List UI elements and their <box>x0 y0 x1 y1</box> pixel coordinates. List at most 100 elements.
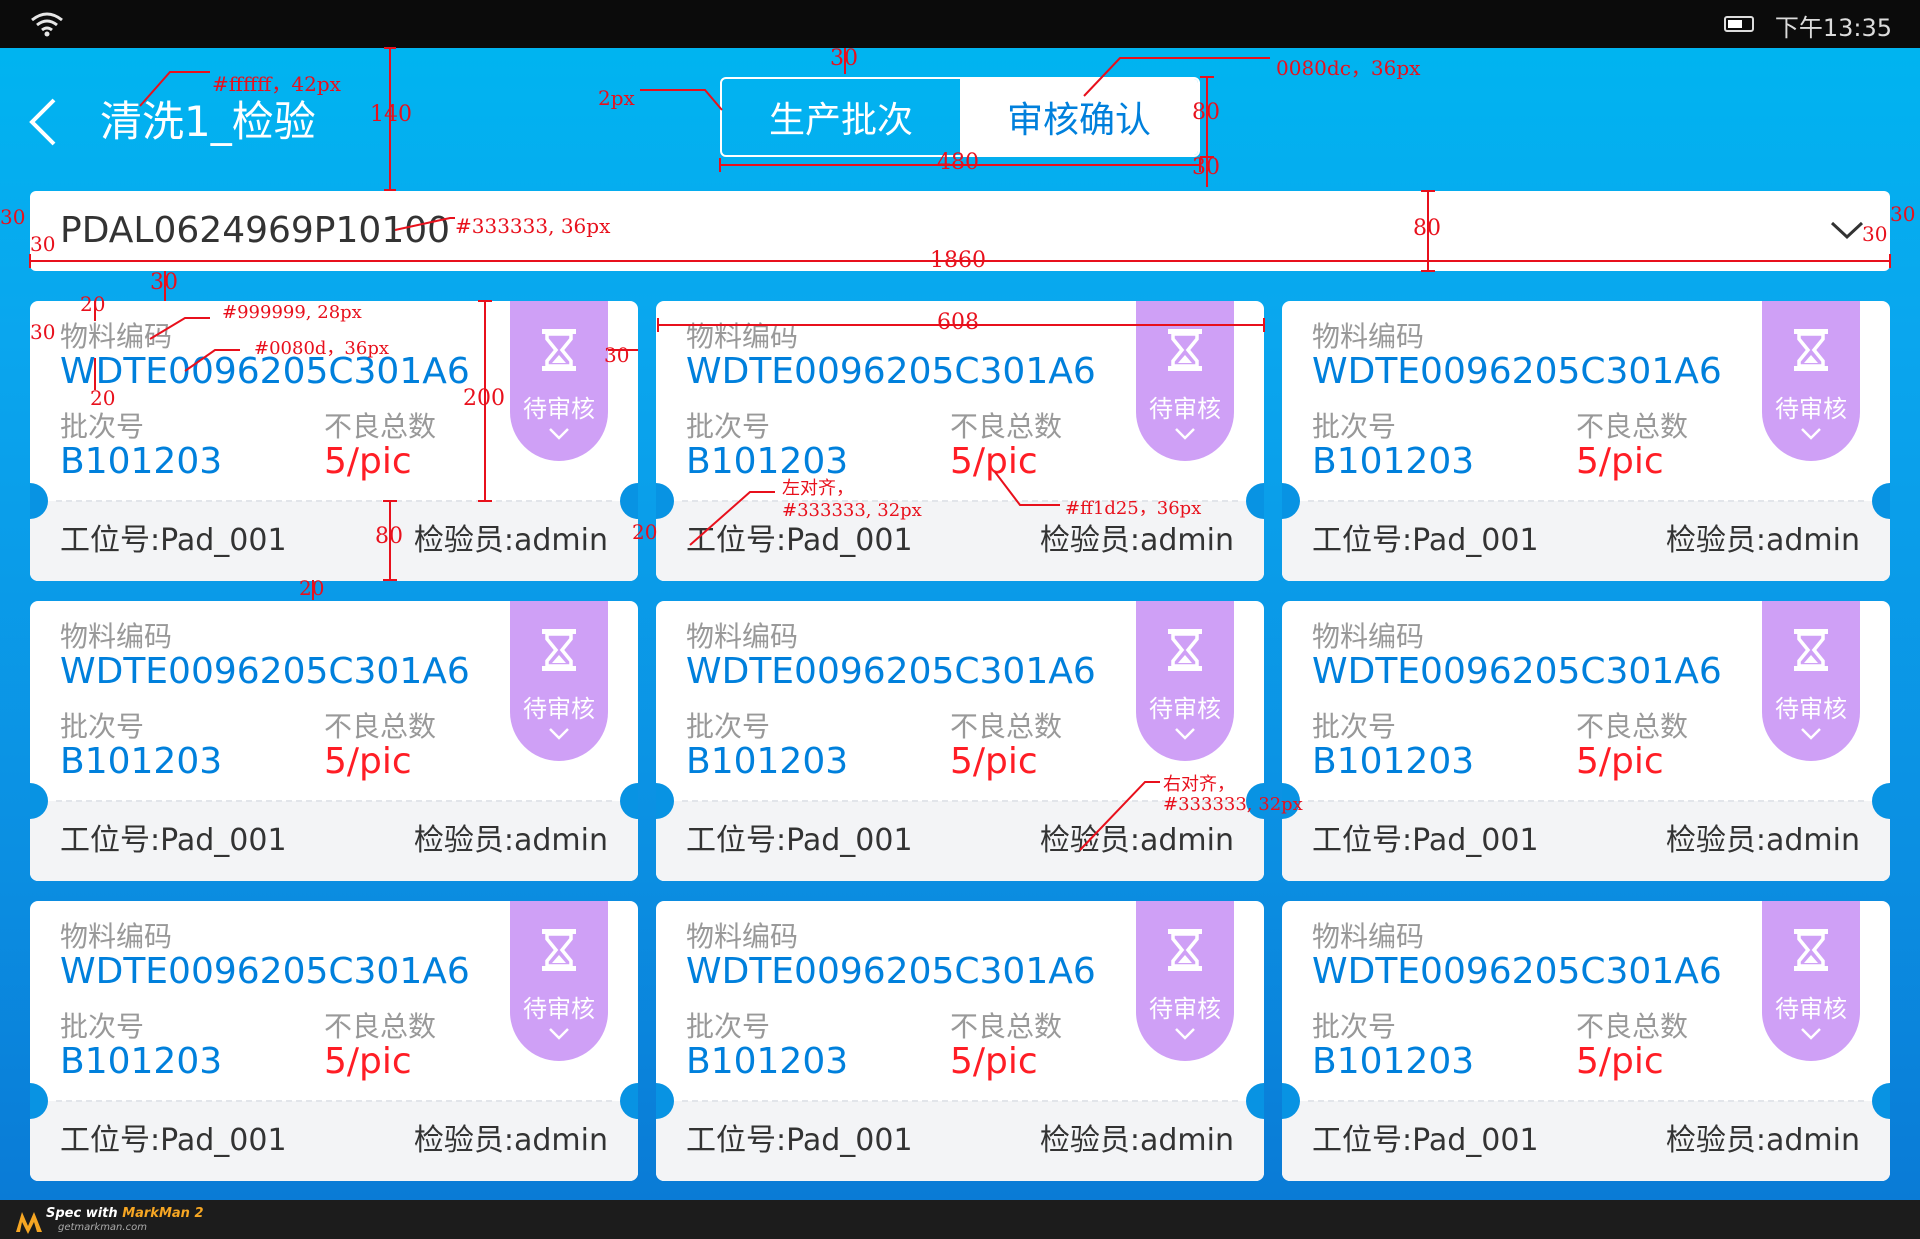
batch-select-value: PDAL0624969P10100 <box>60 210 451 251</box>
inspection-card[interactable]: 物料编码 WDTE0096205C301A6 批次号 B101203 不良总数 5/pic… <box>30 601 638 881</box>
batch-value: B101203 <box>1312 741 1475 782</box>
station-text: 工位号:Pad_001 <box>60 1123 287 1158</box>
chevron-down-icon <box>1175 428 1195 440</box>
tab-review-confirm[interactable]: 审核确认 <box>960 79 1198 155</box>
inspection-card[interactable]: 物料编码 WDTE0096205C301A6 批次号 B101203 不良总数 5/pic… <box>1282 601 1890 881</box>
hourglass-icon <box>1168 629 1202 671</box>
pending-review-badge[interactable]: 待审核 <box>510 301 608 461</box>
segmented-control: 生产批次 审核确认 <box>720 77 1200 157</box>
material-code-label: 物料编码 <box>1312 320 1425 353</box>
defect-total-label: 不良总数 <box>1576 410 1689 443</box>
markman-footer: Spec with MarkMan 2 getmarkman.com <box>0 1200 1920 1239</box>
wifi-icon <box>31 12 63 37</box>
chevron-down-icon <box>1801 728 1821 740</box>
defect-total-label: 不良总数 <box>950 1010 1063 1043</box>
batch-label: 批次号 <box>1312 410 1397 443</box>
defect-total-value: 5/pic <box>324 1041 412 1082</box>
pending-review-badge[interactable]: 待审核 <box>510 601 608 761</box>
batch-value: B101203 <box>60 741 223 782</box>
material-code-value: WDTE0096205C301A6 <box>686 951 1096 992</box>
chevron-down-icon <box>549 728 569 740</box>
station-text: 工位号:Pad_001 <box>1312 523 1539 558</box>
inspection-card[interactable]: 物料编码 WDTE0096205C301A6 批次号 B101203 不良总数 5/pic… <box>1282 901 1890 1181</box>
inspector-text: 检验员:admin <box>1039 523 1234 558</box>
pending-review-badge[interactable]: 待审核 <box>1136 301 1234 461</box>
hourglass-icon <box>1794 629 1828 671</box>
material-code-label: 物料编码 <box>686 620 799 653</box>
hourglass-icon <box>1168 329 1202 371</box>
chevron-down-icon[interactable] <box>1830 215 1864 245</box>
inspection-card[interactable]: 物料编码 WDTE0096205C301A6 批次号 B101203 不良总数 5/pic… <box>656 301 1264 581</box>
batch-value: B101203 <box>686 441 849 482</box>
material-code-value: WDTE0096205C301A6 <box>60 351 470 392</box>
station-text: 工位号:Pad_001 <box>60 823 287 858</box>
status-label: 待审核 <box>523 995 595 1023</box>
station-text: 工位号:Pad_001 <box>686 823 913 858</box>
material-code-value: WDTE0096205C301A6 <box>60 951 470 992</box>
batch-value: B101203 <box>1312 1041 1475 1082</box>
markman-logo-icon <box>16 1212 42 1234</box>
inspection-card[interactable]: 物料编码 WDTE0096205C301A6 批次号 B101203 不良总数 5/pic… <box>656 901 1264 1181</box>
material-code-value: WDTE0096205C301A6 <box>1312 351 1722 392</box>
batch-label: 批次号 <box>60 410 145 443</box>
station-text: 工位号:Pad_001 <box>1312 823 1539 858</box>
station-text: 工位号:Pad_001 <box>1312 1123 1539 1158</box>
defect-total-label: 不良总数 <box>1576 1010 1689 1043</box>
pending-review-badge[interactable]: 待审核 <box>1136 601 1234 761</box>
batch-select[interactable]: PDAL0624969P10100 <box>30 191 1890 271</box>
inspector-text: 检验员:admin <box>1039 1123 1234 1158</box>
markman-brand: Spec with MarkMan 2 <box>46 1206 204 1221</box>
hourglass-icon <box>1794 329 1828 371</box>
chevron-down-icon <box>549 428 569 440</box>
brand-name: MarkMan 2 <box>122 1206 204 1221</box>
page-title: 清洗1_检验 <box>100 97 316 146</box>
defect-total-label: 不良总数 <box>324 710 437 743</box>
status-bar: 下午13:35 <box>0 0 1920 48</box>
inspection-card[interactable]: 物料编码 WDTE0096205C301A6 批次号 B101203 不良总数 5/pic… <box>30 901 638 1181</box>
hourglass-icon <box>542 929 576 971</box>
defect-total-label: 不良总数 <box>1576 710 1689 743</box>
inspector-text: 检验员:admin <box>413 823 608 858</box>
status-label: 待审核 <box>1775 395 1847 423</box>
inspector-text: 检验员:admin <box>413 1123 608 1158</box>
defect-total-value: 5/pic <box>1576 741 1664 782</box>
app-screen: 清洗1_检验 生产批次 审核确认 PDAL0624969P10100 物料编码 W… <box>0 48 1920 1200</box>
status-label: 待审核 <box>1149 695 1221 723</box>
pending-review-badge[interactable]: 待审核 <box>1136 901 1234 1061</box>
status-label: 待审核 <box>1149 395 1221 423</box>
material-code-label: 物料编码 <box>1312 620 1425 653</box>
pending-review-badge[interactable]: 待审核 <box>1762 601 1860 761</box>
pending-review-badge[interactable]: 待审核 <box>1762 301 1860 461</box>
inspection-card[interactable]: 物料编码 WDTE0096205C301A6 批次号 B101203 不良总数 5/pic… <box>656 601 1264 881</box>
pending-review-badge[interactable]: 待审核 <box>1762 901 1860 1061</box>
hourglass-icon <box>542 329 576 371</box>
defect-total-label: 不良总数 <box>324 1010 437 1043</box>
hourglass-icon <box>542 629 576 671</box>
status-label: 待审核 <box>523 395 595 423</box>
material-code-value: WDTE0096205C301A6 <box>1312 651 1722 692</box>
status-label: 待审核 <box>1775 695 1847 723</box>
status-time: 下午13:35 <box>1774 14 1892 42</box>
material-code-value: WDTE0096205C301A6 <box>1312 951 1722 992</box>
batch-value: B101203 <box>686 1041 849 1082</box>
material-code-label: 物料编码 <box>1312 920 1425 953</box>
defect-total-value: 5/pic <box>950 441 1038 482</box>
tab-production-batch[interactable]: 生产批次 <box>722 79 960 155</box>
status-label: 待审核 <box>1149 995 1221 1023</box>
defect-total-value: 5/pic <box>324 741 412 782</box>
pending-review-badge[interactable]: 待审核 <box>510 901 608 1061</box>
batch-value: B101203 <box>60 441 223 482</box>
defect-total-label: 不良总数 <box>950 410 1063 443</box>
card-grid: 物料编码 WDTE0096205C301A6 批次号 B101203 不良总数 5/pic… <box>30 301 1890 1181</box>
chevron-left-icon[interactable] <box>26 92 86 152</box>
status-label: 待审核 <box>1775 995 1847 1023</box>
inspection-card[interactable]: 物料编码 WDTE0096205C301A6 批次号 B101203 不良总数 5/pic… <box>1282 301 1890 581</box>
markman-url: getmarkman.com <box>58 1222 147 1233</box>
chevron-down-icon <box>1801 428 1821 440</box>
defect-total-value: 5/pic <box>950 1041 1038 1082</box>
brand-prefix: Spec with <box>46 1206 123 1221</box>
batch-value: B101203 <box>1312 441 1475 482</box>
inspection-card[interactable]: 物料编码 WDTE0096205C301A6 批次号 B101203 不良总数 5/pic… <box>30 301 638 581</box>
material-code-label: 物料编码 <box>60 320 173 353</box>
material-code-label: 物料编码 <box>60 920 173 953</box>
